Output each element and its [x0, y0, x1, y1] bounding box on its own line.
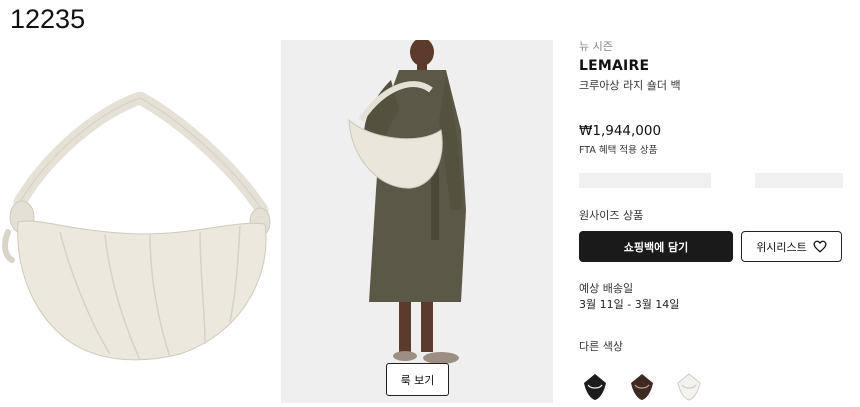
size-label: 원사이즈 상품 — [579, 209, 644, 222]
add-to-bag-button[interactable]: 쇼핑백에 담기 — [579, 231, 733, 262]
wishlist-button[interactable]: 위시리스트 — [741, 231, 842, 262]
product-info-panel: 뉴 시즌 LEMAIRE 크루아상 라지 숄더 백 ₩1,944,000 FTA… — [579, 0, 860, 406]
loading-placeholder — [579, 173, 711, 188]
bag-thumbnail-icon — [631, 374, 653, 400]
season-badge: 뉴 시즌 — [579, 40, 613, 53]
croissant-bag-image — [2, 90, 271, 361]
color-swatch-white[interactable] — [673, 371, 705, 403]
price-note: FTA 혜택 적용 상품 — [579, 145, 658, 156]
delivery-label: 예상 배송일 — [579, 282, 634, 295]
delivery-dates: 3월 11일 - 3월 14일 — [579, 298, 680, 311]
other-colors-label: 다른 색상 — [579, 340, 623, 353]
heart-icon — [813, 240, 827, 253]
loading-placeholder — [755, 173, 843, 188]
color-swatch-black[interactable] — [579, 371, 611, 403]
model-photo[interactable]: 룩 보기 — [281, 40, 553, 403]
product-title: 크루아상 라지 숄더 백 — [579, 79, 681, 92]
page-id-label: 12235 — [10, 4, 86, 34]
wishlist-label: 위시리스트 — [756, 240, 807, 254]
bag-thumbnail-icon — [677, 373, 701, 401]
product-image[interactable] — [0, 90, 275, 362]
price: ₩1,944,000 — [579, 123, 662, 139]
color-swatch-dark-brown[interactable] — [626, 371, 658, 403]
bag-thumbnail-icon — [584, 374, 606, 400]
model-figure-image — [281, 40, 553, 403]
look-view-button[interactable]: 룩 보기 — [386, 363, 449, 396]
brand-name[interactable]: LEMAIRE — [579, 58, 649, 74]
